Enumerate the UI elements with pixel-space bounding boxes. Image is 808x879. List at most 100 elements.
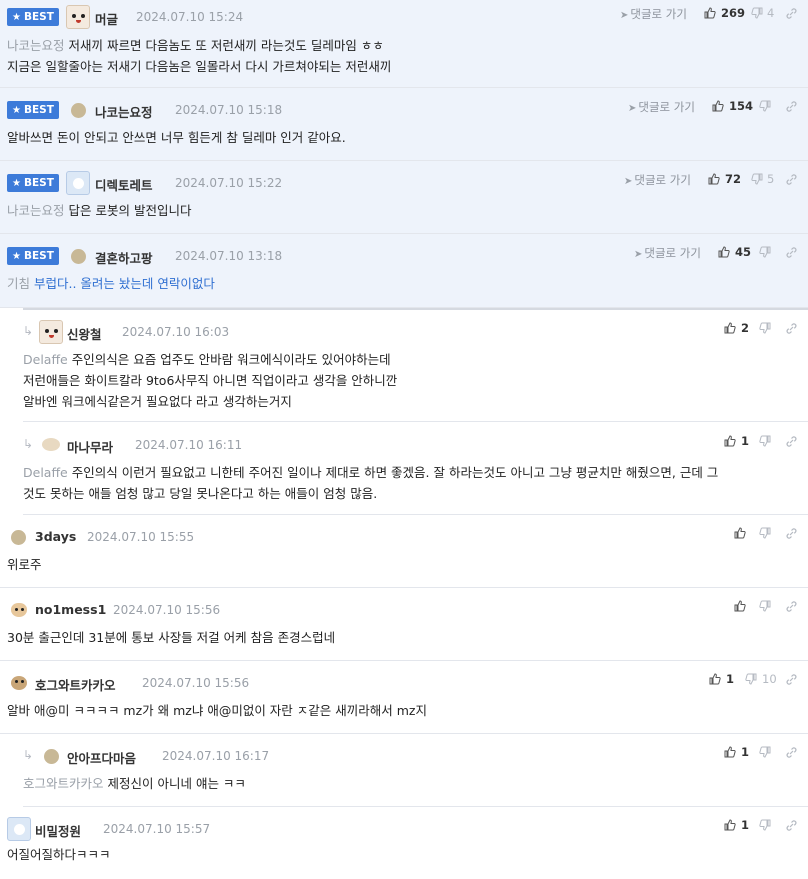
thumbs-up-icon[interactable] [724, 746, 736, 758]
avatar [7, 817, 31, 841]
comment-date: 2024.07.10 15:56 [113, 603, 221, 617]
downvote-count: 10 [762, 672, 777, 686]
thumbs-up-icon[interactable] [704, 7, 716, 19]
thumbs-down-icon[interactable] [759, 819, 771, 831]
nickname[interactable]: 비밀정원 [35, 821, 81, 840]
avatar [7, 671, 31, 695]
link-icon[interactable] [785, 600, 798, 613]
thumbs-down-icon[interactable] [751, 7, 763, 19]
link-icon[interactable] [785, 746, 798, 759]
nickname[interactable]: 마나무라 [67, 437, 113, 456]
link-icon[interactable] [785, 527, 798, 540]
upvote-count: 154 [729, 99, 754, 113]
thumbs-down-icon[interactable] [751, 173, 763, 185]
thumbs-up-icon[interactable] [708, 173, 720, 185]
comment-date: 2024.07.10 15:18 [175, 103, 283, 117]
reply-arrow-icon: ↳ [23, 437, 34, 451]
avatar [71, 103, 86, 118]
thumbs-up-icon[interactable] [734, 600, 746, 612]
thumbs-down-icon[interactable] [745, 673, 757, 685]
comment-body: Delaffe 주인의식 이런거 필요없고 니한테 주어진 일이나 제대로 하면 … [23, 465, 719, 480]
upvote-count: 2 [741, 321, 750, 335]
go-to-reply-button[interactable]: ➤ 댓글로 가기 [620, 6, 687, 22]
downvote-count: 5 [767, 172, 775, 186]
mention: 호그와트카카오 [23, 776, 104, 791]
comment-date: 2024.07.10 13:18 [175, 249, 283, 263]
comment-list: ★ BEST 머글 2024.07.10 15:24 ➤ 댓글로 가기 269 4 … [0, 0, 808, 877]
comment-date: 2024.07.10 15:56 [142, 676, 250, 690]
thumbs-up-icon[interactable] [724, 819, 736, 831]
link-icon[interactable] [785, 673, 798, 686]
comment-body: 기침 부럽다.. 올려는 놨는데 연락이없다 [7, 276, 215, 291]
thumbs-down-icon[interactable] [759, 100, 771, 112]
thumbs-down-icon[interactable] [759, 435, 771, 447]
nickname[interactable]: no1mess1 [35, 602, 106, 617]
mention: 나코는요정 [7, 38, 65, 53]
comment-date: 2024.07.10 15:24 [136, 10, 244, 24]
mention: 기침 [7, 276, 31, 291]
thumbs-down-icon[interactable] [759, 527, 771, 539]
comment-reply: ↳ 마나무라 2024.07.10 16:11 1 Delaffe 주인의식 이런… [23, 422, 808, 515]
go-to-reply-button[interactable]: ➤ 댓글로 가기 [624, 172, 691, 188]
comment-best: ★ BEST 결혼하고팡 2024.07.10 13:18 ➤ 댓글로 가기 45 … [0, 234, 808, 308]
link-icon[interactable] [785, 100, 798, 113]
comment-body: 나코는요정 답은 로봇의 발전입니다 [7, 203, 192, 218]
nickname[interactable]: 디렉토레트 [95, 175, 153, 194]
thumbs-up-icon[interactable] [709, 673, 721, 685]
comment: 비밀정원 2024.07.10 15:57 1 어질어질하다ㅋㅋㅋ [0, 807, 808, 877]
downvote-count: 4 [767, 6, 775, 20]
comment-date: 2024.07.10 16:11 [135, 438, 243, 452]
comment-date: 2024.07.10 15:22 [175, 176, 283, 190]
comment-body-line: 지금은 일할줄아는 저새기 다음놈은 일몰라서 다시 가르쳐야되는 저런새끼 [7, 59, 392, 74]
nickname[interactable]: 결혼하고팡 [95, 248, 153, 267]
best-badge: ★ BEST [7, 101, 59, 119]
thumbs-up-icon[interactable] [724, 322, 736, 334]
thumbs-up-icon[interactable] [724, 435, 736, 447]
best-badge: ★ BEST [7, 8, 59, 26]
comment-body: 30분 출근인데 31분에 통보 사장들 저걸 어케 참음 존경스럽네 [7, 630, 336, 645]
best-badge: ★ BEST [7, 174, 59, 192]
comment-body-line: 것도 못하는 애들 엄청 많고 당일 못나온다고 하는 애들이 엄청 많음. [23, 486, 378, 501]
link-icon[interactable] [785, 246, 798, 259]
nickname[interactable]: 머글 [95, 9, 118, 28]
star-icon: ★ [12, 105, 21, 116]
go-to-reply-button[interactable]: ➤ 댓글로 가기 [634, 245, 701, 261]
upvote-count: 1 [741, 745, 750, 759]
comment-body: 알바 애@미 ㅋㅋㅋㅋ mz가 왜 mz냐 애@미없이 자란 ㅈ같은 새끼라해서… [7, 703, 427, 718]
link-icon[interactable] [785, 7, 798, 20]
mention: 나코는요정 [7, 203, 65, 218]
link-icon[interactable] [785, 322, 798, 335]
thumbs-down-icon[interactable] [759, 600, 771, 612]
go-to-reply-button[interactable]: ➤ 댓글로 가기 [628, 99, 695, 115]
reply-arrow-icon: ↳ [23, 748, 34, 762]
comment-date: 2024.07.10 15:57 [103, 822, 211, 836]
link-icon[interactable] [785, 819, 798, 832]
thumbs-up-icon[interactable] [712, 100, 724, 112]
nickname[interactable]: 호그와트카카오 [35, 675, 116, 694]
thumbs-up-icon[interactable] [718, 246, 730, 258]
send-icon: ➤ [634, 249, 643, 260]
comment-date: 2024.07.10 15:55 [87, 530, 195, 544]
avatar [66, 171, 90, 195]
nickname[interactable]: 나코는요정 [95, 102, 153, 121]
comment: no1mess1 2024.07.10 15:56 30분 출근인데 31분에 … [0, 588, 808, 661]
thumbs-down-icon[interactable] [759, 746, 771, 758]
send-icon: ➤ [620, 10, 629, 21]
thumbs-up-icon[interactable] [734, 527, 746, 539]
reply-arrow-icon: ↳ [23, 324, 34, 338]
link-icon[interactable] [785, 435, 798, 448]
avatar [11, 530, 26, 545]
best-badge: ★ BEST [7, 247, 59, 265]
comment-best: ★ BEST 디렉토레트 2024.07.10 15:22 ➤ 댓글로 가기 72 … [0, 161, 808, 234]
thumbs-down-icon[interactable] [759, 246, 771, 258]
comment-body: 알바쓰면 돈이 안되고 안쓰면 너무 힘든게 참 딜레마 인거 같아요. [7, 130, 346, 145]
comment-body: 위로주 [7, 557, 42, 572]
thumbs-down-icon[interactable] [759, 322, 771, 334]
nickname[interactable]: 신왕철 [67, 324, 102, 343]
nickname[interactable]: 3days [35, 529, 76, 544]
avatar [66, 5, 90, 29]
comment-body: 어질어질하다ㅋㅋㅋ [7, 847, 111, 862]
comment-date: 2024.07.10 16:17 [162, 749, 270, 763]
link-icon[interactable] [785, 173, 798, 186]
nickname[interactable]: 안아프다마음 [67, 748, 136, 767]
